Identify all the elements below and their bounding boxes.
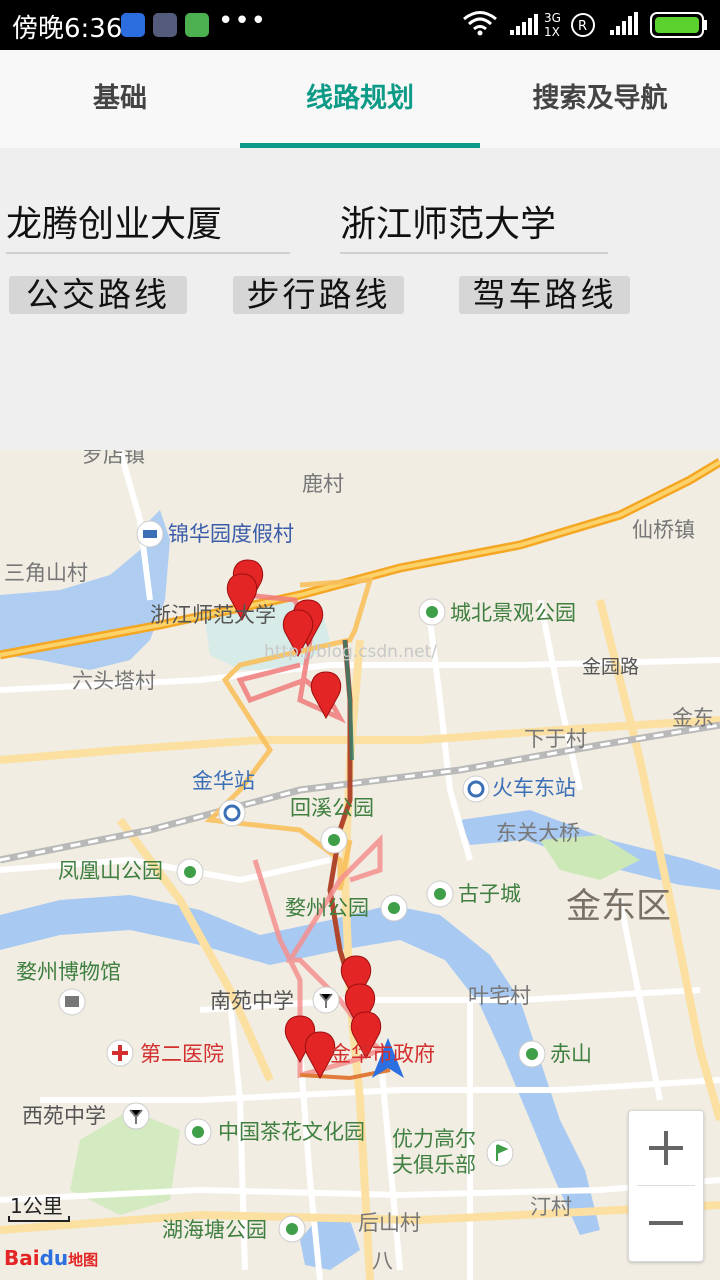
app-notification-icon [153,13,177,37]
map-label: 第二医院 [140,1042,224,1066]
driving-route-button[interactable]: 驾车路线 [459,276,630,314]
zoom-out-button[interactable] [629,1186,703,1260]
map-label: 赤山 [550,1042,592,1066]
map-label: 火车东站 [492,776,576,800]
end-place-field[interactable]: 浙江师范大学 [340,198,608,254]
map-label: 中国茶花文化园 [218,1120,365,1144]
map-label: 金园路 [582,656,639,678]
map-label: 婺州公园 [285,896,369,920]
network-sub: 1X [544,25,560,39]
registered-icon: R [571,13,595,37]
status-time: 傍晚6:36 [12,14,123,44]
tab-route-planning[interactable]: 线路规划 [240,50,480,148]
map-label: 婺州博物馆 [16,960,121,984]
map-label: 南苑中学 [210,989,294,1013]
app-notification-icon [185,13,209,37]
map-label: 汀村 [530,1195,572,1219]
map-label: 鹿村 [302,472,344,496]
zoom-in-button[interactable] [629,1111,703,1185]
scale-label: 1公里 [10,1194,63,1218]
map-label: 湖海塘公园 [162,1218,267,1242]
map-label: 六头塔村 [72,669,156,693]
status-indicators: 3G 1X R [463,11,707,39]
map-label: 后山村 [358,1211,421,1235]
map-label: 金东区 [566,887,671,927]
map-label: 东关大桥 [496,821,580,845]
tab-bar: 基础 线路规划 搜索及导航 [0,50,720,148]
map-label: 古子城 [458,882,521,906]
route-panel: 龙腾创业大厦 浙江师范大学 公交路线 步行路线 驾车路线 [0,148,720,450]
map-label: 金华站 [192,769,255,793]
map-label: 夫俱乐部 [392,1153,476,1177]
network-label: 3G [544,11,561,25]
map-label: 三角山村 [4,561,88,585]
map-label: 八 [372,1249,393,1273]
map-label: 浙江师范大学 [150,603,276,627]
map-view[interactable]: 罗店镇 鹿村 锦华园度假村 仙桥镇 三角山村 浙江师范大学 城北景观公园 金园路… [0,450,720,1280]
zoom-control [628,1110,704,1262]
map-canvas[interactable]: 罗店镇 鹿村 锦华园度假村 仙桥镇 三角山村 浙江师范大学 城北景观公园 金园路… [0,450,720,1280]
svg-text:R: R [578,19,587,34]
tab-basic[interactable]: 基础 [0,50,240,148]
map-label: 城北景观公园 [450,601,576,625]
map-label: 西苑中学 [22,1104,106,1128]
map-label: 回溪公园 [290,796,374,820]
map-label: 仙桥镇 [632,518,695,542]
app-notification-icon [121,13,145,37]
map-label: 凤凰山公园 [58,859,163,883]
map-label: 下于村 [524,727,587,751]
minus-icon [649,1221,683,1225]
wifi-icon [463,11,497,36]
scale-bar [8,1216,70,1222]
status-bar: 傍晚6:36 ••• 3G 1X R [0,0,720,50]
more-notifications-icon: ••• [218,6,268,36]
map-label: 锦华园度假村 [168,522,294,546]
plus-icon [649,1131,683,1165]
map-label: 罗店镇 [82,450,145,467]
pond [300,1215,360,1270]
signal-icon-2 [610,12,638,35]
map-label: 叶宅村 [468,984,531,1008]
watermark-text: http://blog.csdn.net/ [264,642,437,662]
map-label: 优力高尔 [392,1127,476,1151]
map-label: 金东 [672,706,714,730]
signal-icon [510,14,538,35]
bus-route-button[interactable]: 公交路线 [9,276,187,314]
start-place-field[interactable]: 龙腾创业大厦 [6,198,290,254]
walking-route-button[interactable]: 步行路线 [233,276,404,314]
baidu-map-logo: Baidu地图 [4,1246,99,1270]
tab-search-navigation[interactable]: 搜索及导航 [480,50,720,148]
map-label: 金华市政府 [330,1042,435,1066]
battery-icon [650,12,707,38]
